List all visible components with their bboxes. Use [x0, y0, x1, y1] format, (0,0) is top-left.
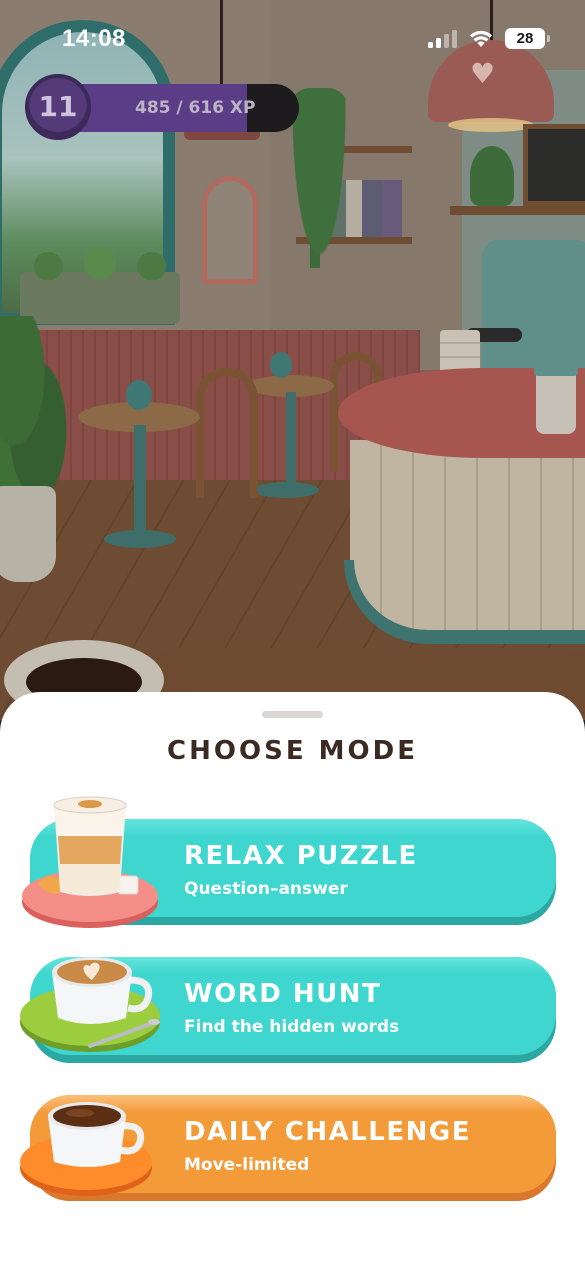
wifi-icon [470, 30, 492, 47]
status-bar: 14:08 28 [0, 0, 585, 76]
mode-label: DAILY CHALLENGE [184, 1117, 471, 1147]
potted-plant-right [470, 146, 514, 206]
sheet-grabber[interactable] [262, 711, 323, 718]
status-time: 14:08 [62, 25, 126, 52]
mode-label: RELAX PUZZLE [184, 841, 418, 871]
cellular-signal-icon [428, 30, 458, 48]
flower-vase [270, 352, 292, 378]
mode-subtitle: Move-limited [184, 1155, 310, 1175]
espresso-cup-icon [20, 1102, 152, 1196]
cappuccino-cup-icon [20, 957, 160, 1052]
wall-picture-frame [202, 176, 258, 284]
level-number: 11 [38, 90, 78, 123]
level-badge[interactable]: 11 [25, 74, 91, 140]
mode-subtitle: Question–answer [184, 879, 348, 899]
battery-indicator: 28 [505, 28, 550, 49]
xp-text: 485 / 616 XP [135, 98, 256, 118]
chair [196, 368, 258, 498]
potted-plant-left [0, 316, 70, 506]
mode-subtitle: Find the hidden words [184, 1017, 400, 1037]
takeaway-cup [534, 364, 578, 434]
sheet-title: CHOOSE MODE [167, 736, 418, 766]
choose-mode-sheet: CHOOSE MODE RELAX PUZZLE Question–answer… [0, 692, 585, 1266]
chalkboard-sign [523, 124, 585, 206]
xp-progress-bar: 485 / 616 XP [55, 84, 299, 132]
mode-label: WORD HUNT [184, 979, 382, 1009]
flower-vase [126, 380, 152, 410]
latte-glass-icon [22, 796, 158, 928]
